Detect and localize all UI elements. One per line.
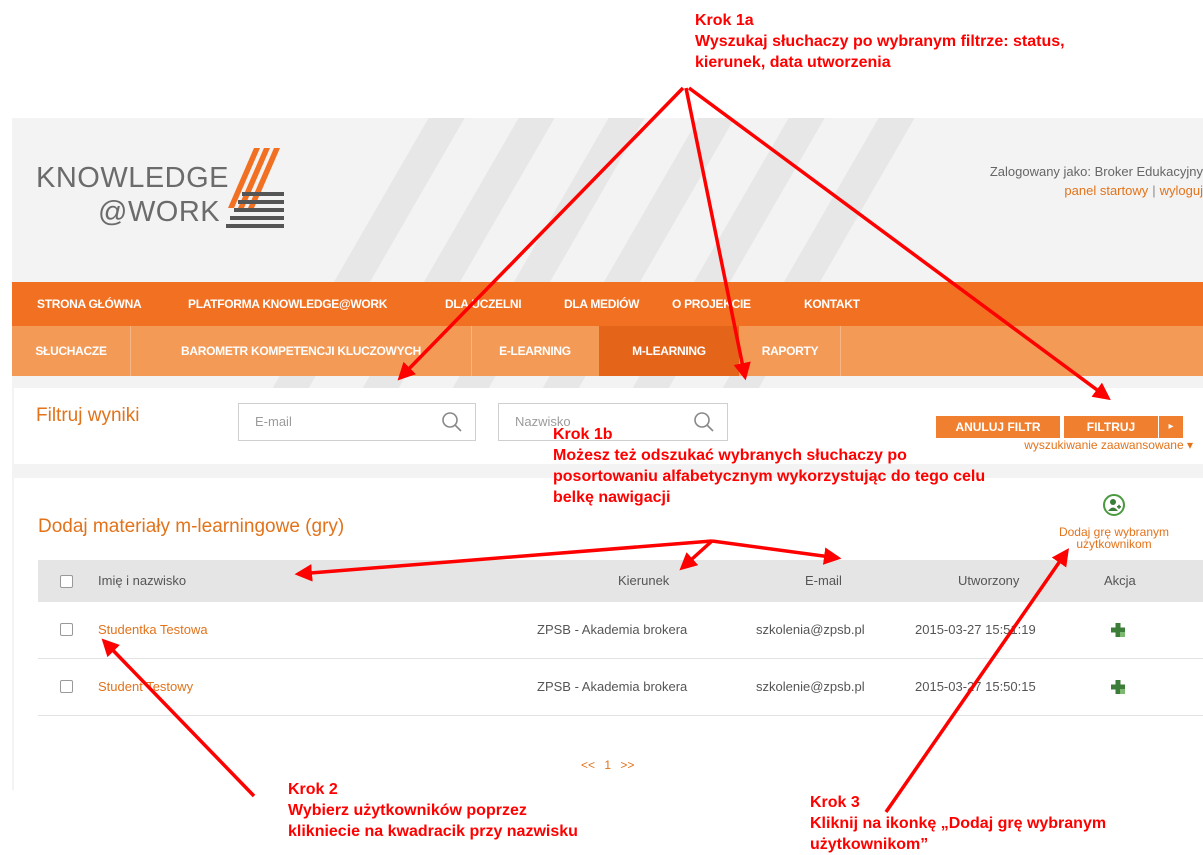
sub-nav-divider	[840, 326, 841, 376]
main-nav-media[interactable]: DLA MEDIÓW	[564, 282, 640, 326]
row-email: szkolenia@zpsb.pl	[756, 622, 865, 637]
annotation-step1b: Krok 1b Możesz też odszukać wybranych sł…	[553, 424, 985, 508]
logo-text-knowledge: KNOWLEDGE	[36, 162, 230, 194]
sub-nav-mlearning[interactable]: M-LEARNING	[599, 326, 739, 376]
annotation-step1a-title: Krok 1a	[695, 12, 754, 29]
column-header-action: Akcja	[1104, 573, 1136, 588]
table-row: Student Testowy ZPSB - Akademia brokera …	[38, 659, 1203, 716]
select-all-checkbox[interactable]	[60, 575, 73, 588]
annotation-step3-title: Krok 3	[810, 794, 860, 811]
pager-prev[interactable]: <<	[581, 758, 595, 772]
row-checkbox[interactable]	[60, 680, 73, 693]
pager-page-1[interactable]: 1	[604, 758, 611, 772]
user-links: panel startowy | wyloguj	[990, 183, 1203, 198]
search-icon[interactable]	[441, 411, 463, 433]
email-filter-input[interactable]: E-mail	[238, 403, 476, 441]
pagination: << 1 >>	[578, 758, 637, 772]
logo[interactable]: KNOWLEDGE @WORK	[36, 148, 296, 243]
add-game-label: Dodaj grę wybranym użytkownikom	[1034, 526, 1194, 550]
logo-mark-icon	[226, 148, 284, 228]
row-created: 2015-03-27 15:51:19	[915, 622, 1036, 637]
main-nav-platform[interactable]: PLATFORMA KNOWLEDGE@WORK	[188, 282, 387, 326]
annotation-step1b-title: Krok 1b	[553, 426, 613, 443]
logout-link[interactable]: wyloguj	[1160, 183, 1203, 198]
filter-dropdown-toggle[interactable]: ▸	[1158, 416, 1183, 438]
annotation-step1a-line2: kierunek, data utworzenia	[695, 54, 891, 71]
start-panel-link[interactable]: panel startowy	[1064, 183, 1148, 198]
app-window: KNOWLEDGE @WORK Zalogowany jako: Broker …	[0, 0, 1203, 855]
annotation-step2: Krok 2 Wybierz użytkowników poprzez klik…	[288, 779, 578, 842]
column-header-kierunek[interactable]: Kierunek	[618, 560, 669, 602]
table-title: Dodaj materiały m-learningowe (gry)	[38, 516, 345, 537]
row-kierunek: ZPSB - Akademia brokera	[537, 622, 688, 637]
add-user-icon	[1103, 494, 1125, 516]
annotation-step1a-line1: Wyszukaj słuchaczy po wybranym filtrze: …	[695, 33, 1065, 50]
table-row: Studentka Testowa ZPSB - Akademia broker…	[38, 602, 1203, 659]
annotation-step1a: Krok 1a Wyszukaj słuchaczy po wybranym f…	[695, 10, 1065, 73]
row-kierunek: ZPSB - Akademia brokera	[537, 679, 688, 694]
row-checkbox[interactable]	[60, 623, 73, 636]
row-created: 2015-03-27 15:50:15	[915, 679, 1036, 694]
student-name-link[interactable]: Studentka Testowa	[98, 602, 208, 658]
sub-nav-barometer[interactable]: BAROMETR KOMPETENCJI KLUCZOWYCH	[131, 326, 471, 376]
logged-in-label: Zalogowany jako: Broker Edukacyjny	[989, 164, 1203, 179]
main-nav: STRONA GŁÓWNA PLATFORMA KNOWLEDGE@WORK D…	[12, 282, 1203, 326]
user-box: Zalogowany jako: Broker Edukacyjny panel…	[990, 164, 1203, 198]
link-separator: |	[1152, 183, 1156, 198]
annotation-step1b-line3: belkę nawigacji	[553, 489, 671, 506]
table-panel: Dodaj materiały m-learningowe (gry) Doda…	[14, 478, 1203, 790]
main-nav-home[interactable]: STRONA GŁÓWNA	[37, 282, 142, 326]
pager-next[interactable]: >>	[620, 758, 634, 772]
filter-title: Filtruj wyniki	[36, 405, 140, 426]
table-header: Imię i nazwisko Kierunek E-mail Utworzon…	[38, 560, 1203, 602]
filter-button[interactable]: FILTRUJ	[1064, 416, 1158, 438]
sub-nav-students[interactable]: SŁUCHACZE	[12, 326, 130, 376]
column-header-name[interactable]: Imię i nazwisko	[98, 560, 186, 602]
add-game-row-icon[interactable]	[1111, 680, 1125, 694]
annotation-step3-line2: użytkownikom”	[810, 836, 929, 853]
add-game-label-line2: użytkownikom	[1076, 537, 1152, 551]
annotation-step3-line1: Kliknij na ikonkę „Dodaj grę wybranym	[810, 815, 1107, 832]
annotation-step2-title: Krok 2	[288, 781, 338, 798]
add-game-row-icon[interactable]	[1111, 623, 1125, 637]
column-header-created[interactable]: Utworzony	[958, 560, 1019, 602]
annotation-step2-line1: Wybierz użytkowników poprzez	[288, 802, 527, 819]
logo-text-atwork: @WORK	[98, 196, 221, 228]
advanced-search-link[interactable]: wyszukiwanie zaawansowane ▾	[1024, 438, 1193, 452]
annotation-step2-line2: klikniecie na kwadracik przy nazwisku	[288, 823, 578, 840]
column-header-email[interactable]: E-mail	[805, 560, 842, 602]
main-nav-universities[interactable]: DLA UCZELNI	[445, 282, 522, 326]
annotation-step1b-line1: Możesz też odszukać wybranych słuchaczy …	[553, 447, 907, 464]
main-nav-about[interactable]: O PROJEKCIE	[672, 282, 751, 326]
email-placeholder: E-mail	[255, 414, 292, 429]
sub-nav-reports[interactable]: RAPORTY	[740, 326, 840, 376]
add-game-button[interactable]: Dodaj grę wybranym użytkownikom	[1034, 494, 1194, 564]
student-name-link[interactable]: Student Testowy	[98, 659, 193, 715]
main-nav-contact[interactable]: KONTAKT	[804, 282, 860, 326]
sub-nav-elearning[interactable]: E-LEARNING	[472, 326, 598, 376]
annotation-step3: Krok 3 Kliknij na ikonkę „Dodaj grę wybr…	[810, 792, 1106, 855]
sub-nav: SŁUCHACZE BAROMETR KOMPETENCJI KLUCZOWYC…	[12, 326, 1203, 376]
row-email: szkolenie@zpsb.pl	[756, 679, 865, 694]
annotation-step1b-line2: posortowaniu alfabetycznym wykorzystując…	[553, 468, 986, 485]
